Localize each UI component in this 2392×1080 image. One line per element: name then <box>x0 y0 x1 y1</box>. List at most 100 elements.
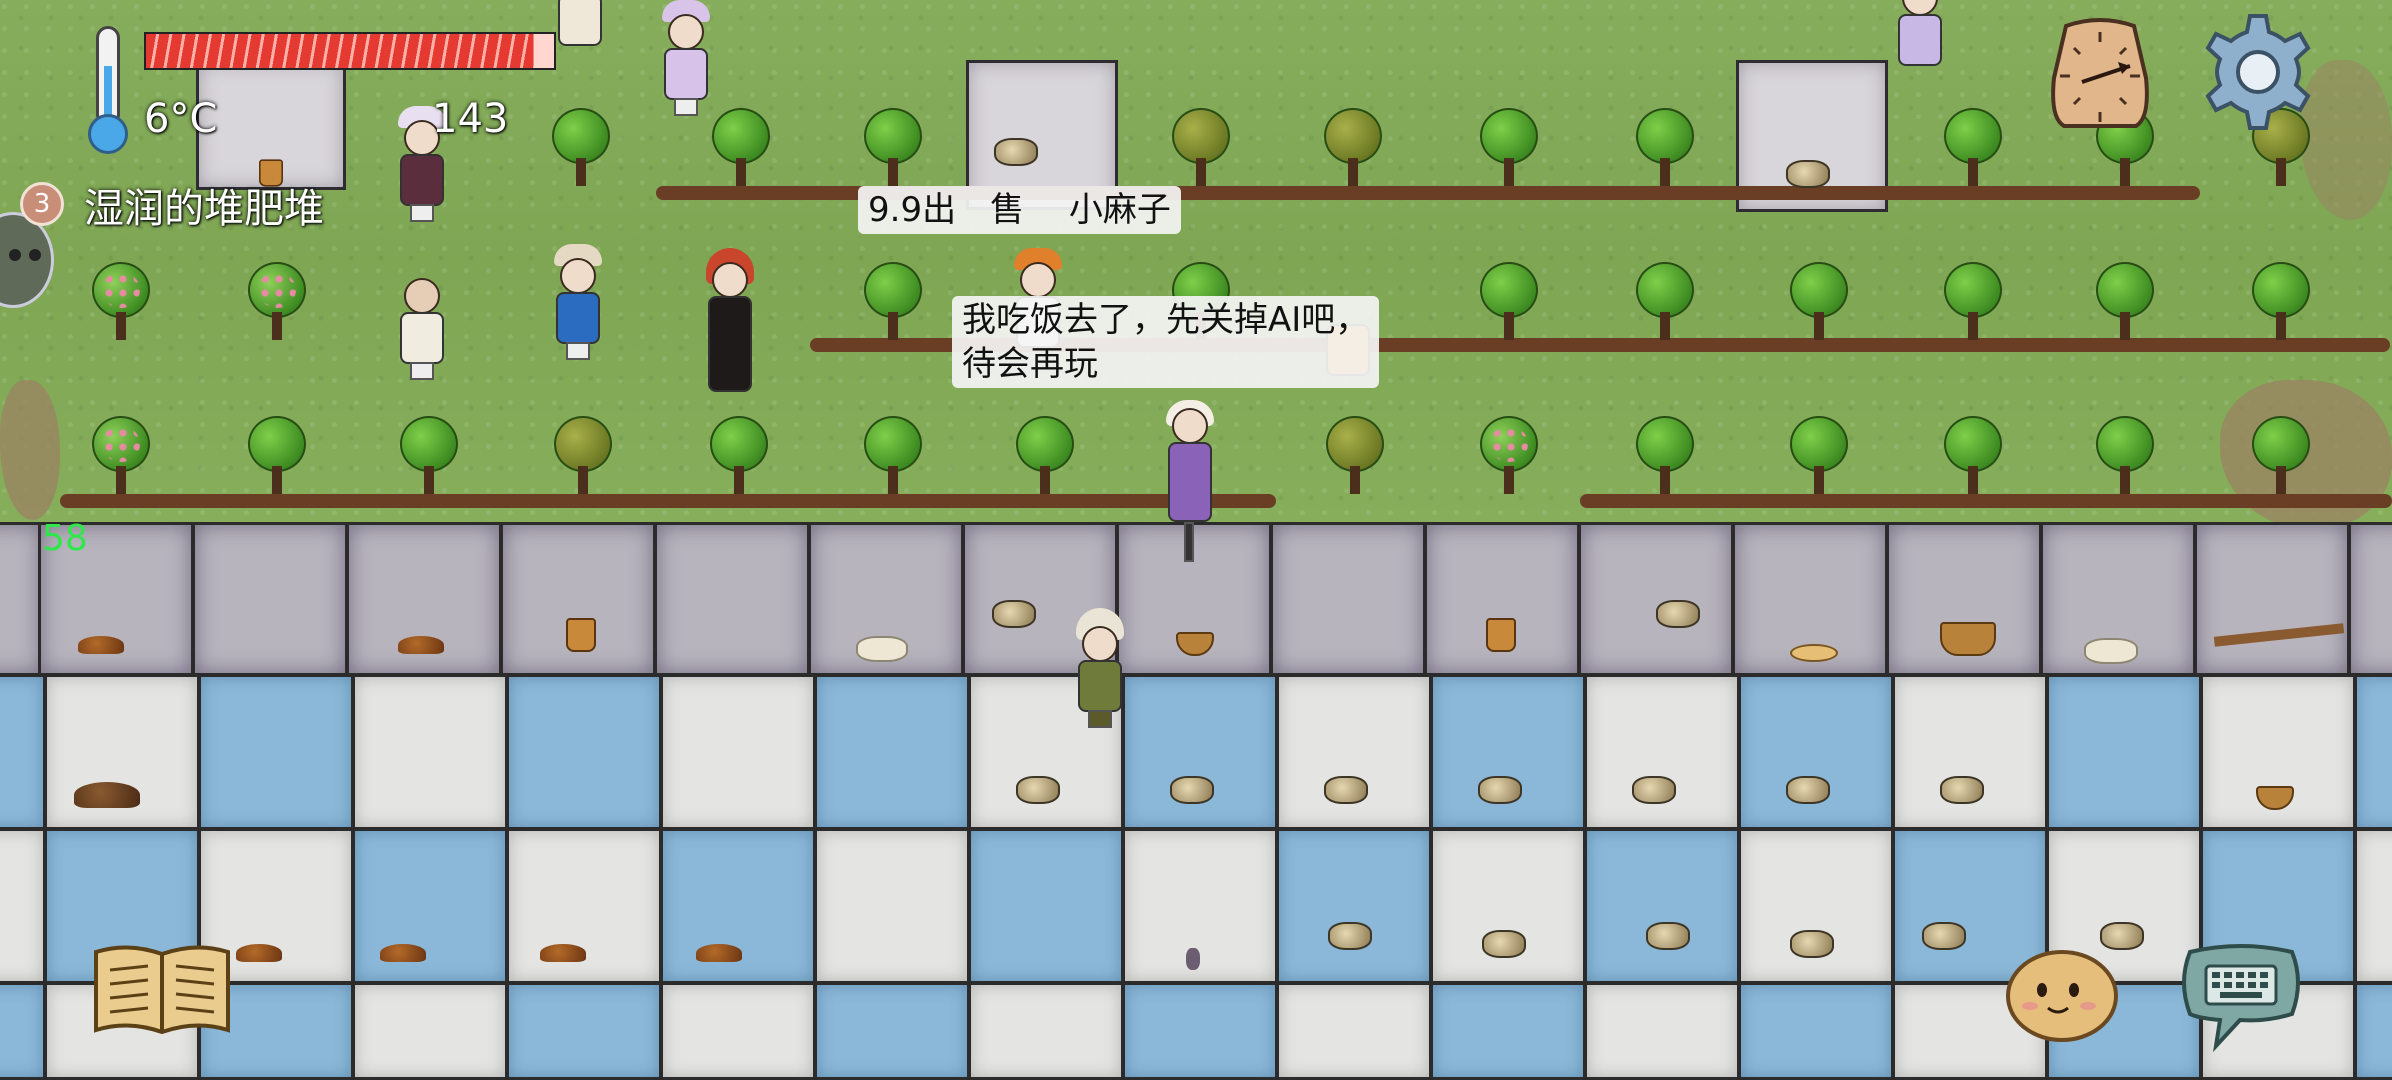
berry-bush[interactable] <box>858 108 928 188</box>
tech-book-button[interactable] <box>88 938 236 1042</box>
blue-floor-tile[interactable] <box>1122 982 1278 1080</box>
skeleton-remains[interactable] <box>1786 776 1830 804</box>
berry-bush[interactable] <box>858 416 928 496</box>
kindling-pile[interactable] <box>74 782 140 808</box>
white-floor-tile[interactable] <box>1276 674 1432 830</box>
blue-floor-tile[interactable] <box>1738 982 1894 1080</box>
berry-bush[interactable] <box>1630 416 1700 496</box>
compost-pile[interactable] <box>236 944 282 962</box>
stone-floor-tile[interactable] <box>654 522 810 676</box>
skeleton-remains[interactable] <box>1646 922 1690 950</box>
white-floor-tile[interactable] <box>352 982 508 1080</box>
berry-bush[interactable] <box>2246 262 2316 342</box>
settings-button[interactable] <box>2196 10 2320 134</box>
skeleton-remains[interactable] <box>1632 776 1676 804</box>
keyboard-button[interactable] <box>2176 942 2306 1054</box>
blue-floor-tile[interactable] <box>0 674 46 830</box>
berry-bush[interactable] <box>86 262 156 342</box>
compost-pile[interactable] <box>78 636 124 654</box>
skeleton-remains[interactable] <box>1016 776 1060 804</box>
stone-floor-tile[interactable] <box>2194 522 2350 676</box>
stone-floor-tile[interactable] <box>500 522 656 676</box>
skeleton-remains[interactable] <box>992 600 1036 628</box>
blue-floor-tile[interactable] <box>198 674 354 830</box>
stone-floor-tile[interactable] <box>192 522 348 676</box>
berry-bush[interactable] <box>86 416 156 496</box>
villager[interactable] <box>548 244 608 398</box>
villager[interactable] <box>1070 608 1130 766</box>
white-floor-tile[interactable] <box>1276 982 1432 1080</box>
white-floor-tile[interactable] <box>352 674 508 830</box>
berry-bush[interactable] <box>2090 262 2160 342</box>
skeleton-remains[interactable] <box>1324 776 1368 804</box>
berry-bush[interactable] <box>1630 262 1700 342</box>
player-character[interactable] <box>1160 400 1220 598</box>
berry-bush[interactable] <box>1166 108 1236 188</box>
skeleton-remains[interactable] <box>1478 776 1522 804</box>
blue-floor-tile[interactable] <box>1122 674 1278 830</box>
berry-bush[interactable] <box>1474 416 1544 496</box>
skeleton-remains[interactable] <box>1790 930 1834 958</box>
game-world[interactable] <box>0 0 2392 1080</box>
blue-floor-tile[interactable] <box>2046 674 2202 830</box>
fleece[interactable] <box>2084 638 2138 664</box>
berry-bush[interactable] <box>546 108 616 188</box>
blue-floor-tile[interactable] <box>2354 674 2392 830</box>
berry-bush[interactable] <box>1474 108 1544 188</box>
blue-floor-tile[interactable] <box>506 982 662 1080</box>
blue-floor-tile[interactable] <box>1430 674 1586 830</box>
skeleton-remains[interactable] <box>1482 930 1526 958</box>
white-floor-tile[interactable] <box>1892 674 2048 830</box>
white-floor-tile[interactable] <box>1738 828 1894 984</box>
white-floor-tile[interactable] <box>660 982 816 1080</box>
villager[interactable] <box>1890 0 1950 90</box>
blue-floor-tile[interactable] <box>1276 828 1432 984</box>
blue-floor-tile[interactable] <box>506 674 662 830</box>
berry-bush[interactable] <box>1938 262 2008 342</box>
stone-floor-tile[interactable] <box>1424 522 1580 676</box>
water-bucket[interactable] <box>1486 618 1516 652</box>
skeleton-remains[interactable] <box>994 138 1038 166</box>
berry-bush[interactable] <box>548 416 618 496</box>
skeleton-remains[interactable] <box>1786 160 1830 188</box>
compost-pile[interactable] <box>540 944 586 962</box>
blue-floor-tile[interactable] <box>1584 828 1740 984</box>
stone-floor-tile[interactable] <box>1270 522 1426 676</box>
berry-bush[interactable] <box>1474 262 1544 342</box>
villager[interactable] <box>550 0 610 100</box>
white-floor-tile[interactable] <box>1430 828 1586 984</box>
berry-bush[interactable] <box>1784 416 1854 496</box>
blue-floor-tile[interactable] <box>2354 982 2392 1080</box>
blue-floor-tile[interactable] <box>968 828 1124 984</box>
compost-pile[interactable] <box>380 944 426 962</box>
berry-bush[interactable] <box>1938 108 2008 188</box>
flint[interactable] <box>1186 948 1200 970</box>
blue-floor-tile[interactable] <box>1738 674 1894 830</box>
white-floor-tile[interactable] <box>1122 828 1278 984</box>
villager[interactable] <box>700 248 760 442</box>
white-floor-tile[interactable] <box>660 674 816 830</box>
berry-bush[interactable] <box>1784 262 1854 342</box>
berry-bush[interactable] <box>2090 416 2160 496</box>
blue-floor-tile[interactable] <box>814 674 970 830</box>
stone-floor-tile[interactable] <box>2348 522 2392 676</box>
blue-floor-tile[interactable] <box>814 982 970 1080</box>
blue-floor-tile[interactable] <box>352 828 508 984</box>
berry-bush[interactable] <box>1320 416 1390 496</box>
fleece[interactable] <box>856 636 908 662</box>
stone-floor-tile[interactable] <box>1578 522 1734 676</box>
skeleton-remains[interactable] <box>1656 600 1700 628</box>
berry-bush[interactable] <box>394 416 464 496</box>
berry-bush[interactable] <box>242 262 312 342</box>
white-floor-tile[interactable] <box>1584 674 1740 830</box>
skeleton-remains[interactable] <box>1328 922 1372 950</box>
compost-pile[interactable] <box>696 944 742 962</box>
berry-bush[interactable] <box>2246 416 2316 496</box>
compass-clock-button[interactable] <box>2046 18 2154 132</box>
white-floor-tile[interactable] <box>968 982 1124 1080</box>
white-floor-tile[interactable] <box>0 828 46 984</box>
flatbread[interactable] <box>1790 644 1838 662</box>
berry-bush[interactable] <box>242 416 312 496</box>
emote-button[interactable] <box>2004 946 2120 1044</box>
water-bucket[interactable] <box>566 618 596 652</box>
